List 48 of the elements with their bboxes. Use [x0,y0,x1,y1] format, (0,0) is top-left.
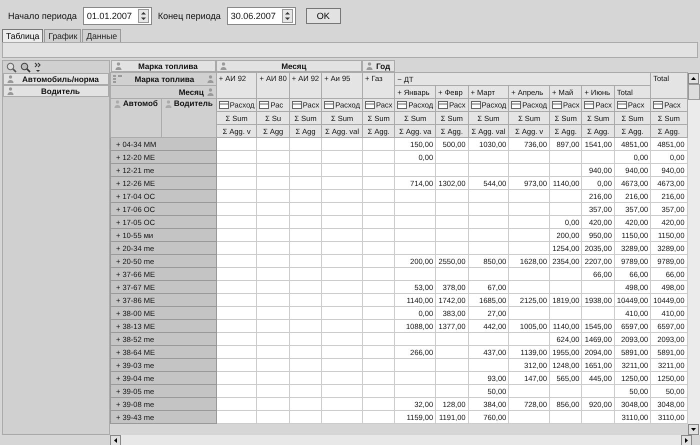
person-icon [7,87,14,95]
vertical-scrollbar[interactable] [688,73,700,435]
ok-button[interactable]: OK [306,8,341,24]
spin-icon[interactable] [282,9,293,23]
tab[interactable]: График [44,29,82,42]
end-period-label: Конец периода [158,11,221,21]
person-icon [7,75,14,83]
column-area-label: Месяц [110,86,216,98]
tab[interactable]: Данные [82,29,122,42]
person-icon [366,62,374,70]
spin-icon[interactable] [138,9,149,23]
scroll-right-icon[interactable] [681,435,692,445]
table-icon [438,101,448,110]
tab[interactable]: Таблица [2,29,44,42]
table-icon [616,101,627,110]
horizontal-scrollbar[interactable] [110,435,692,445]
table-icon [292,101,302,110]
scroll-up-icon[interactable] [688,73,699,84]
table-icon [552,101,562,110]
table-icon [584,101,594,110]
list-icon [113,75,122,83]
table-icon [397,101,408,110]
start-date-field[interactable]: 01.01.2007 [82,7,152,25]
person-icon [206,88,214,96]
table-icon [511,101,522,110]
column-area-label: Марка топлива [110,72,216,86]
scroll-thumb[interactable] [688,84,700,100]
table-icon [218,101,229,110]
column-field-button[interactable]: Месяц [216,60,362,72]
column-field-button[interactable]: Марка топлива [110,60,216,72]
start-period-label: Начало периода [8,11,77,21]
end-date-field[interactable]: 30.06.2007 [226,7,296,25]
table-icon [324,101,334,110]
row-field-button[interactable]: Водитель [3,85,109,97]
person-icon [206,75,214,83]
table-icon [259,101,270,110]
row-field-button[interactable]: Автомобиль/норма [3,73,109,85]
column-field-button[interactable]: Год [362,60,395,72]
table-icon [653,101,664,110]
chevron-icon[interactable] [34,62,42,72]
scroll-down-icon[interactable] [688,424,699,435]
zoom-icon[interactable] [20,62,31,72]
person-icon [220,62,228,70]
scroll-left-icon[interactable] [110,435,121,445]
table-icon [364,101,375,110]
zoom-icon[interactable] [6,62,17,72]
table-icon [470,101,481,110]
person-icon [114,62,122,70]
